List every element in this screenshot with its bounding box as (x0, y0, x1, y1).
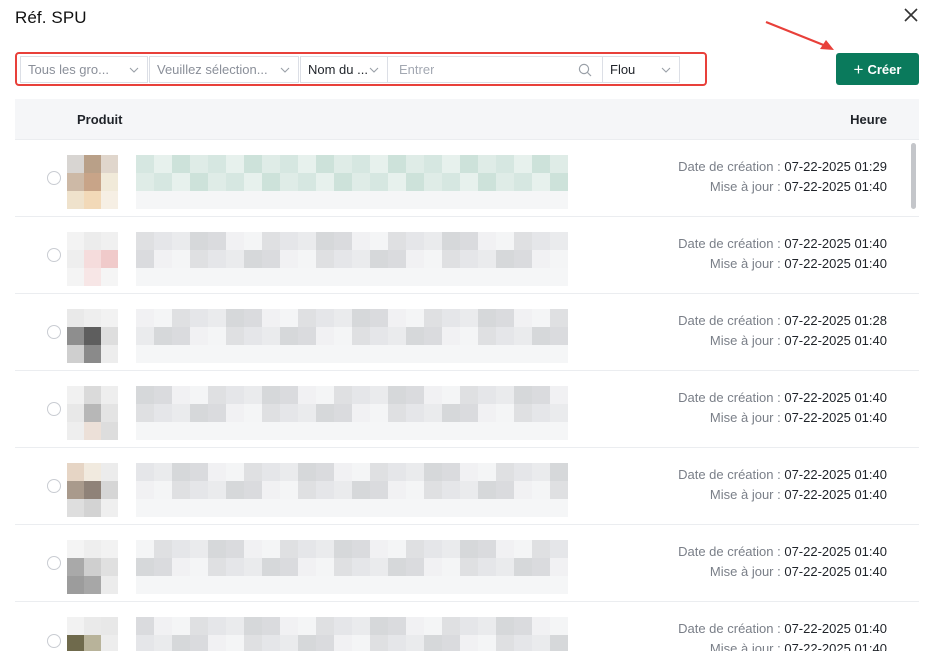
updated-value: 07-22-2025 01:40 (784, 333, 887, 348)
row-times: Date de création : 07-22-2025 01:40 Mise … (678, 388, 887, 428)
spu-table: Produit Heure Date de création : 07-22-2… (15, 99, 919, 651)
updated-line: Mise à jour : 07-22-2025 01:40 (678, 177, 887, 197)
updated-line: Mise à jour : 07-22-2025 01:40 (678, 408, 887, 428)
updated-line: Mise à jour : 07-22-2025 01:40 (678, 331, 887, 351)
scrollbar[interactable] (911, 143, 916, 209)
category-select[interactable]: Veuillez sélection... (149, 56, 299, 83)
updated-value: 07-22-2025 01:40 (784, 410, 887, 425)
created-value: 07-22-2025 01:29 (784, 159, 887, 174)
chevron-down-icon (369, 67, 379, 73)
created-value: 07-22-2025 01:40 (784, 544, 887, 559)
row-times: Date de création : 07-22-2025 01:40 Mise … (678, 619, 887, 651)
updated-label: Mise à jour : (709, 564, 785, 579)
row-select-radio[interactable] (47, 248, 61, 262)
group-select[interactable]: Tous les gro... (20, 56, 148, 83)
table-header: Produit Heure (15, 99, 919, 140)
table-row[interactable]: Date de création : 07-22-2025 01:40 Mise … (15, 525, 919, 602)
updated-label: Mise à jour : (709, 487, 785, 502)
dialog-title: Réf. SPU (15, 8, 87, 27)
field-select[interactable]: Nom du ... (300, 56, 388, 83)
search-icon[interactable] (578, 63, 592, 77)
created-value: 07-22-2025 01:40 (784, 621, 887, 636)
created-line: Date de création : 07-22-2025 01:40 (678, 388, 887, 408)
filter-bar: Tous les gro... Veuillez sélection... No… (20, 56, 704, 83)
created-value: 07-22-2025 01:40 (784, 467, 887, 482)
created-label: Date de création : (678, 236, 785, 251)
create-button-label: Créer (867, 61, 902, 77)
table-row[interactable]: Date de création : 07-22-2025 01:28 Mise … (15, 294, 919, 371)
search-placeholder: Entrer (399, 62, 435, 77)
updated-label: Mise à jour : (709, 410, 785, 425)
created-line: Date de création : 07-22-2025 01:40 (678, 465, 887, 485)
product-info-blurred (67, 540, 587, 602)
row-select-radio[interactable] (47, 402, 61, 416)
table-row[interactable]: Date de création : 07-22-2025 01:40 Mise … (15, 371, 919, 448)
updated-line: Mise à jour : 07-22-2025 01:40 (678, 639, 887, 651)
created-value: 07-22-2025 01:40 (784, 390, 887, 405)
close-icon[interactable] (900, 4, 922, 26)
created-line: Date de création : 07-22-2025 01:40 (678, 619, 887, 639)
created-label: Date de création : (678, 390, 785, 405)
created-line: Date de création : 07-22-2025 01:40 (678, 234, 887, 254)
updated-line: Mise à jour : 07-22-2025 01:40 (678, 254, 887, 274)
plus-icon: + (853, 59, 864, 79)
updated-value: 07-22-2025 01:40 (784, 641, 887, 651)
updated-label: Mise à jour : (709, 333, 785, 348)
table-row[interactable]: Date de création : 07-22-2025 01:40 Mise … (15, 448, 919, 525)
field-select-value: Nom du ... (308, 62, 368, 77)
created-label: Date de création : (678, 313, 785, 328)
row-select-radio[interactable] (47, 325, 61, 339)
match-mode-select[interactable]: Flou (602, 56, 680, 83)
table-row[interactable]: Date de création : 07-22-2025 01:40 Mise … (15, 217, 919, 294)
created-label: Date de création : (678, 467, 785, 482)
column-header-product: Produit (77, 111, 123, 127)
row-select-radio[interactable] (47, 171, 61, 185)
row-select-radio[interactable] (47, 634, 61, 648)
updated-label: Mise à jour : (709, 256, 785, 271)
search-input[interactable]: Entrer (387, 56, 603, 83)
chevron-down-icon (661, 67, 671, 73)
created-label: Date de création : (678, 159, 785, 174)
updated-value: 07-22-2025 01:40 (784, 179, 887, 194)
created-value: 07-22-2025 01:28 (784, 313, 887, 328)
product-info-blurred (67, 463, 587, 525)
column-header-time: Heure (850, 111, 887, 127)
chevron-down-icon (280, 67, 290, 73)
created-line: Date de création : 07-22-2025 01:28 (678, 311, 887, 331)
updated-line: Mise à jour : 07-22-2025 01:40 (678, 562, 887, 582)
row-times: Date de création : 07-22-2025 01:29 Mise … (678, 157, 887, 197)
created-label: Date de création : (678, 544, 785, 559)
updated-line: Mise à jour : 07-22-2025 01:40 (678, 485, 887, 505)
created-value: 07-22-2025 01:40 (784, 236, 887, 251)
row-times: Date de création : 07-22-2025 01:40 Mise … (678, 465, 887, 505)
product-info-blurred (67, 232, 587, 294)
row-times: Date de création : 07-22-2025 01:40 Mise … (678, 234, 887, 274)
updated-value: 07-22-2025 01:40 (784, 487, 887, 502)
chevron-down-icon (129, 67, 139, 73)
group-select-value: Tous les gro... (28, 62, 109, 77)
product-info-blurred (67, 155, 587, 217)
updated-value: 07-22-2025 01:40 (784, 564, 887, 579)
updated-label: Mise à jour : (709, 179, 785, 194)
annotation-arrow-icon (765, 20, 834, 50)
row-times: Date de création : 07-22-2025 01:28 Mise … (678, 311, 887, 351)
table-row[interactable]: Date de création : 07-22-2025 01:40 Mise … (15, 602, 919, 651)
product-info-blurred (67, 386, 587, 448)
row-times: Date de création : 07-22-2025 01:40 Mise … (678, 542, 887, 582)
created-line: Date de création : 07-22-2025 01:29 (678, 157, 887, 177)
created-line: Date de création : 07-22-2025 01:40 (678, 542, 887, 562)
category-select-value: Veuillez sélection... (157, 62, 268, 77)
product-info-blurred (67, 617, 587, 651)
updated-value: 07-22-2025 01:40 (784, 256, 887, 271)
row-select-radio[interactable] (47, 479, 61, 493)
table-row[interactable]: Date de création : 07-22-2025 01:29 Mise … (15, 140, 919, 217)
created-label: Date de création : (678, 621, 785, 636)
row-select-radio[interactable] (47, 556, 61, 570)
updated-label: Mise à jour : (709, 641, 785, 651)
create-button[interactable]: + Créer (836, 53, 919, 85)
product-info-blurred (67, 309, 587, 371)
match-mode-value: Flou (610, 62, 636, 77)
table-body: Date de création : 07-22-2025 01:29 Mise … (15, 140, 919, 651)
